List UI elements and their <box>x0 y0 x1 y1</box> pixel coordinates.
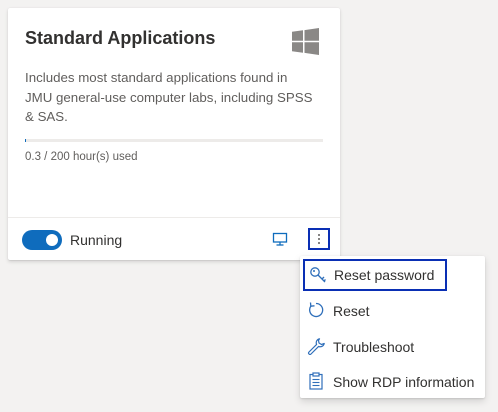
wrench-icon <box>308 338 325 355</box>
clipboard-icon <box>309 372 323 390</box>
card-title: Standard Applications <box>25 28 216 48</box>
menu-item-reset[interactable]: Reset <box>300 293 485 327</box>
dot <box>318 242 320 244</box>
monitor-icon[interactable] <box>271 230 289 248</box>
windows-icon <box>292 28 319 55</box>
menu-item-reset-password[interactable]: Reset password <box>303 259 447 291</box>
dot <box>318 234 320 236</box>
lab-card: Standard Applications Includes most stan… <box>8 8 340 260</box>
vm-state-toggle[interactable] <box>22 230 62 250</box>
menu-item-troubleshoot[interactable]: Troubleshoot <box>300 329 485 363</box>
card-divider <box>8 217 340 218</box>
usage-progress-bar <box>25 139 323 142</box>
card-description: Includes most standard applications foun… <box>25 70 313 124</box>
key-icon <box>310 267 326 283</box>
menu-item-label: Reset password <box>334 267 435 283</box>
menu-item-show-rdp-information[interactable]: Show RDP information <box>300 364 485 398</box>
more-vertical-icon[interactable] <box>308 228 330 250</box>
vm-status-text: Running <box>70 232 123 248</box>
refresh-icon <box>309 302 324 318</box>
usage-text: 0.3 / 200 hour(s) used <box>25 151 138 163</box>
menu-item-label: Troubleshoot <box>333 339 415 355</box>
dot <box>318 238 320 240</box>
menu-item-label: Reset <box>333 303 370 319</box>
context-menu: Reset password Reset Troubleshoot Show R… <box>300 256 485 398</box>
menu-item-label: Show RDP information <box>333 374 475 390</box>
usage-progress-fill <box>25 139 26 142</box>
toggle-knob <box>46 234 58 246</box>
